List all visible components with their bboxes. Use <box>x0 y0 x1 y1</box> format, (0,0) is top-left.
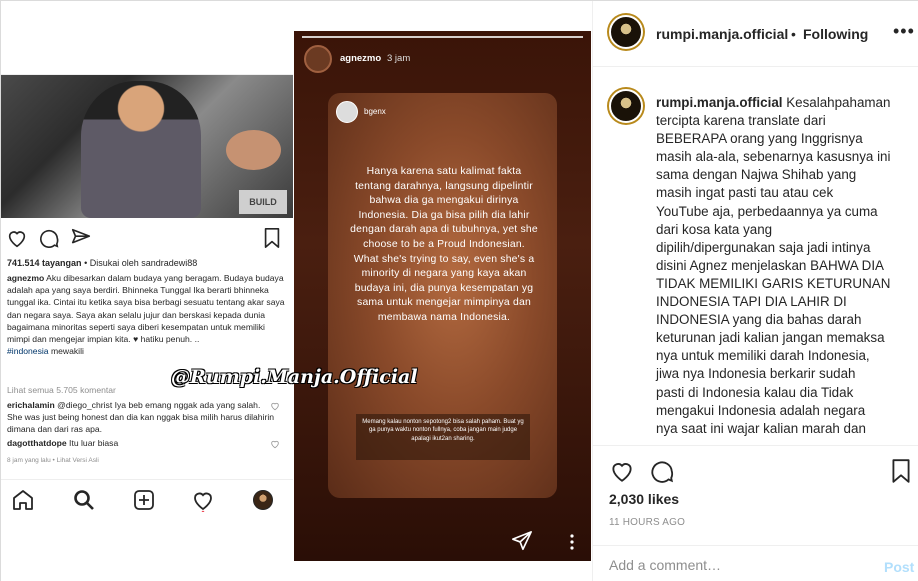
comment-icon <box>39 229 59 248</box>
hand-image <box>226 130 281 170</box>
story-time: 3 jam <box>387 53 411 64</box>
account-username[interactable]: rumpi.manja.official <box>656 26 788 42</box>
post-media: BUILD 741.514 tayangan • Disukai oleh sa… <box>1 1 592 581</box>
more-vertical-icon <box>570 534 574 550</box>
comment-heart-icon <box>271 440 279 449</box>
more-options-button[interactable]: ••• <box>893 21 915 42</box>
card-note: Memang kalau nonton sepotong2 bisa salah… <box>356 414 530 460</box>
instagram-post-view: BUILD 741.514 tayangan • Disukai oleh sa… <box>0 0 918 581</box>
post-action-bar <box>593 445 918 485</box>
story-username: agnezmo <box>340 53 382 64</box>
profile-avatar <box>253 490 273 510</box>
account-avatar[interactable] <box>607 13 645 51</box>
comment-heart-icon <box>271 402 279 411</box>
search-icon <box>74 490 94 510</box>
card-text: Hanya karena satu kalimat fakta tentang … <box>350 166 541 323</box>
header-separator: • <box>791 26 796 42</box>
following-button[interactable]: Following <box>803 26 868 42</box>
build-sign: BUILD <box>239 190 287 214</box>
activity-heart-icon <box>194 492 212 512</box>
caption-avatar[interactable] <box>607 87 645 125</box>
post-comment-button[interactable]: Post <box>884 559 914 575</box>
embedded-post-screenshot: BUILD 741.514 tayangan • Disukai oleh sa… <box>1 74 293 519</box>
embedded-view-all-comments: Lihat semua 5.705 komentar <box>7 385 116 395</box>
bookmark-icon[interactable] <box>888 458 914 484</box>
like-heart-icon[interactable] <box>609 458 635 484</box>
heart-icon <box>8 231 26 248</box>
watermark: @Rumpi.Manja.Official <box>171 366 418 388</box>
embedded-post-photo: BUILD <box>1 75 293 218</box>
embedded-action-bar <box>1 225 293 251</box>
embedded-post-meta: 8 jam yang lalu • Lihat Versi Asli <box>7 457 99 464</box>
send-icon <box>512 531 532 551</box>
post-header: rumpi.manja.official • Following ••• <box>593 1 918 67</box>
card-avatar <box>336 101 358 123</box>
caption-text: rumpi.manja.official Kesalahpahaman terc… <box>656 95 891 436</box>
comment-input[interactable] <box>609 557 869 573</box>
embedded-comment: erichalamin @diego_christ Iya beb emang … <box>7 400 275 435</box>
story-avatar <box>304 45 332 73</box>
comment-icon[interactable] <box>649 458 675 484</box>
card-username: bgenx <box>364 107 386 116</box>
embedded-bottom-nav <box>1 479 293 519</box>
caption-section: rumpi.manja.official Kesalahpahaman terc… <box>593 67 918 445</box>
post-side-panel: rumpi.manja.official • Following ••• rum… <box>592 1 918 581</box>
home-icon <box>13 490 33 510</box>
add-post-icon <box>134 490 154 510</box>
comment-box: Post <box>593 545 918 581</box>
embedded-story-screenshot: agnezmo 3 jam bgenx Hanya karena satu ka… <box>294 31 591 561</box>
embedded-caption: agnezmo Aku dibesarkan dalam budaya yang… <box>7 273 287 357</box>
person-image <box>81 81 201 218</box>
bookmark-icon <box>264 228 280 248</box>
story-reposted-card: bgenx Hanya karena satu kalimat fakta te… <box>328 93 557 498</box>
embedded-views: 741.514 tayangan • Disukai oleh sandrade… <box>7 258 198 268</box>
embedded-comment: dagotthatdope Itu luar biasa <box>7 438 119 448</box>
post-timestamp[interactable]: 11 HOURS AGO <box>609 517 685 528</box>
story-progress-bar <box>302 36 583 38</box>
likes-count[interactable]: 2,030 likes <box>609 491 679 507</box>
share-icon <box>71 228 91 244</box>
caption-username[interactable]: rumpi.manja.official <box>656 95 783 110</box>
